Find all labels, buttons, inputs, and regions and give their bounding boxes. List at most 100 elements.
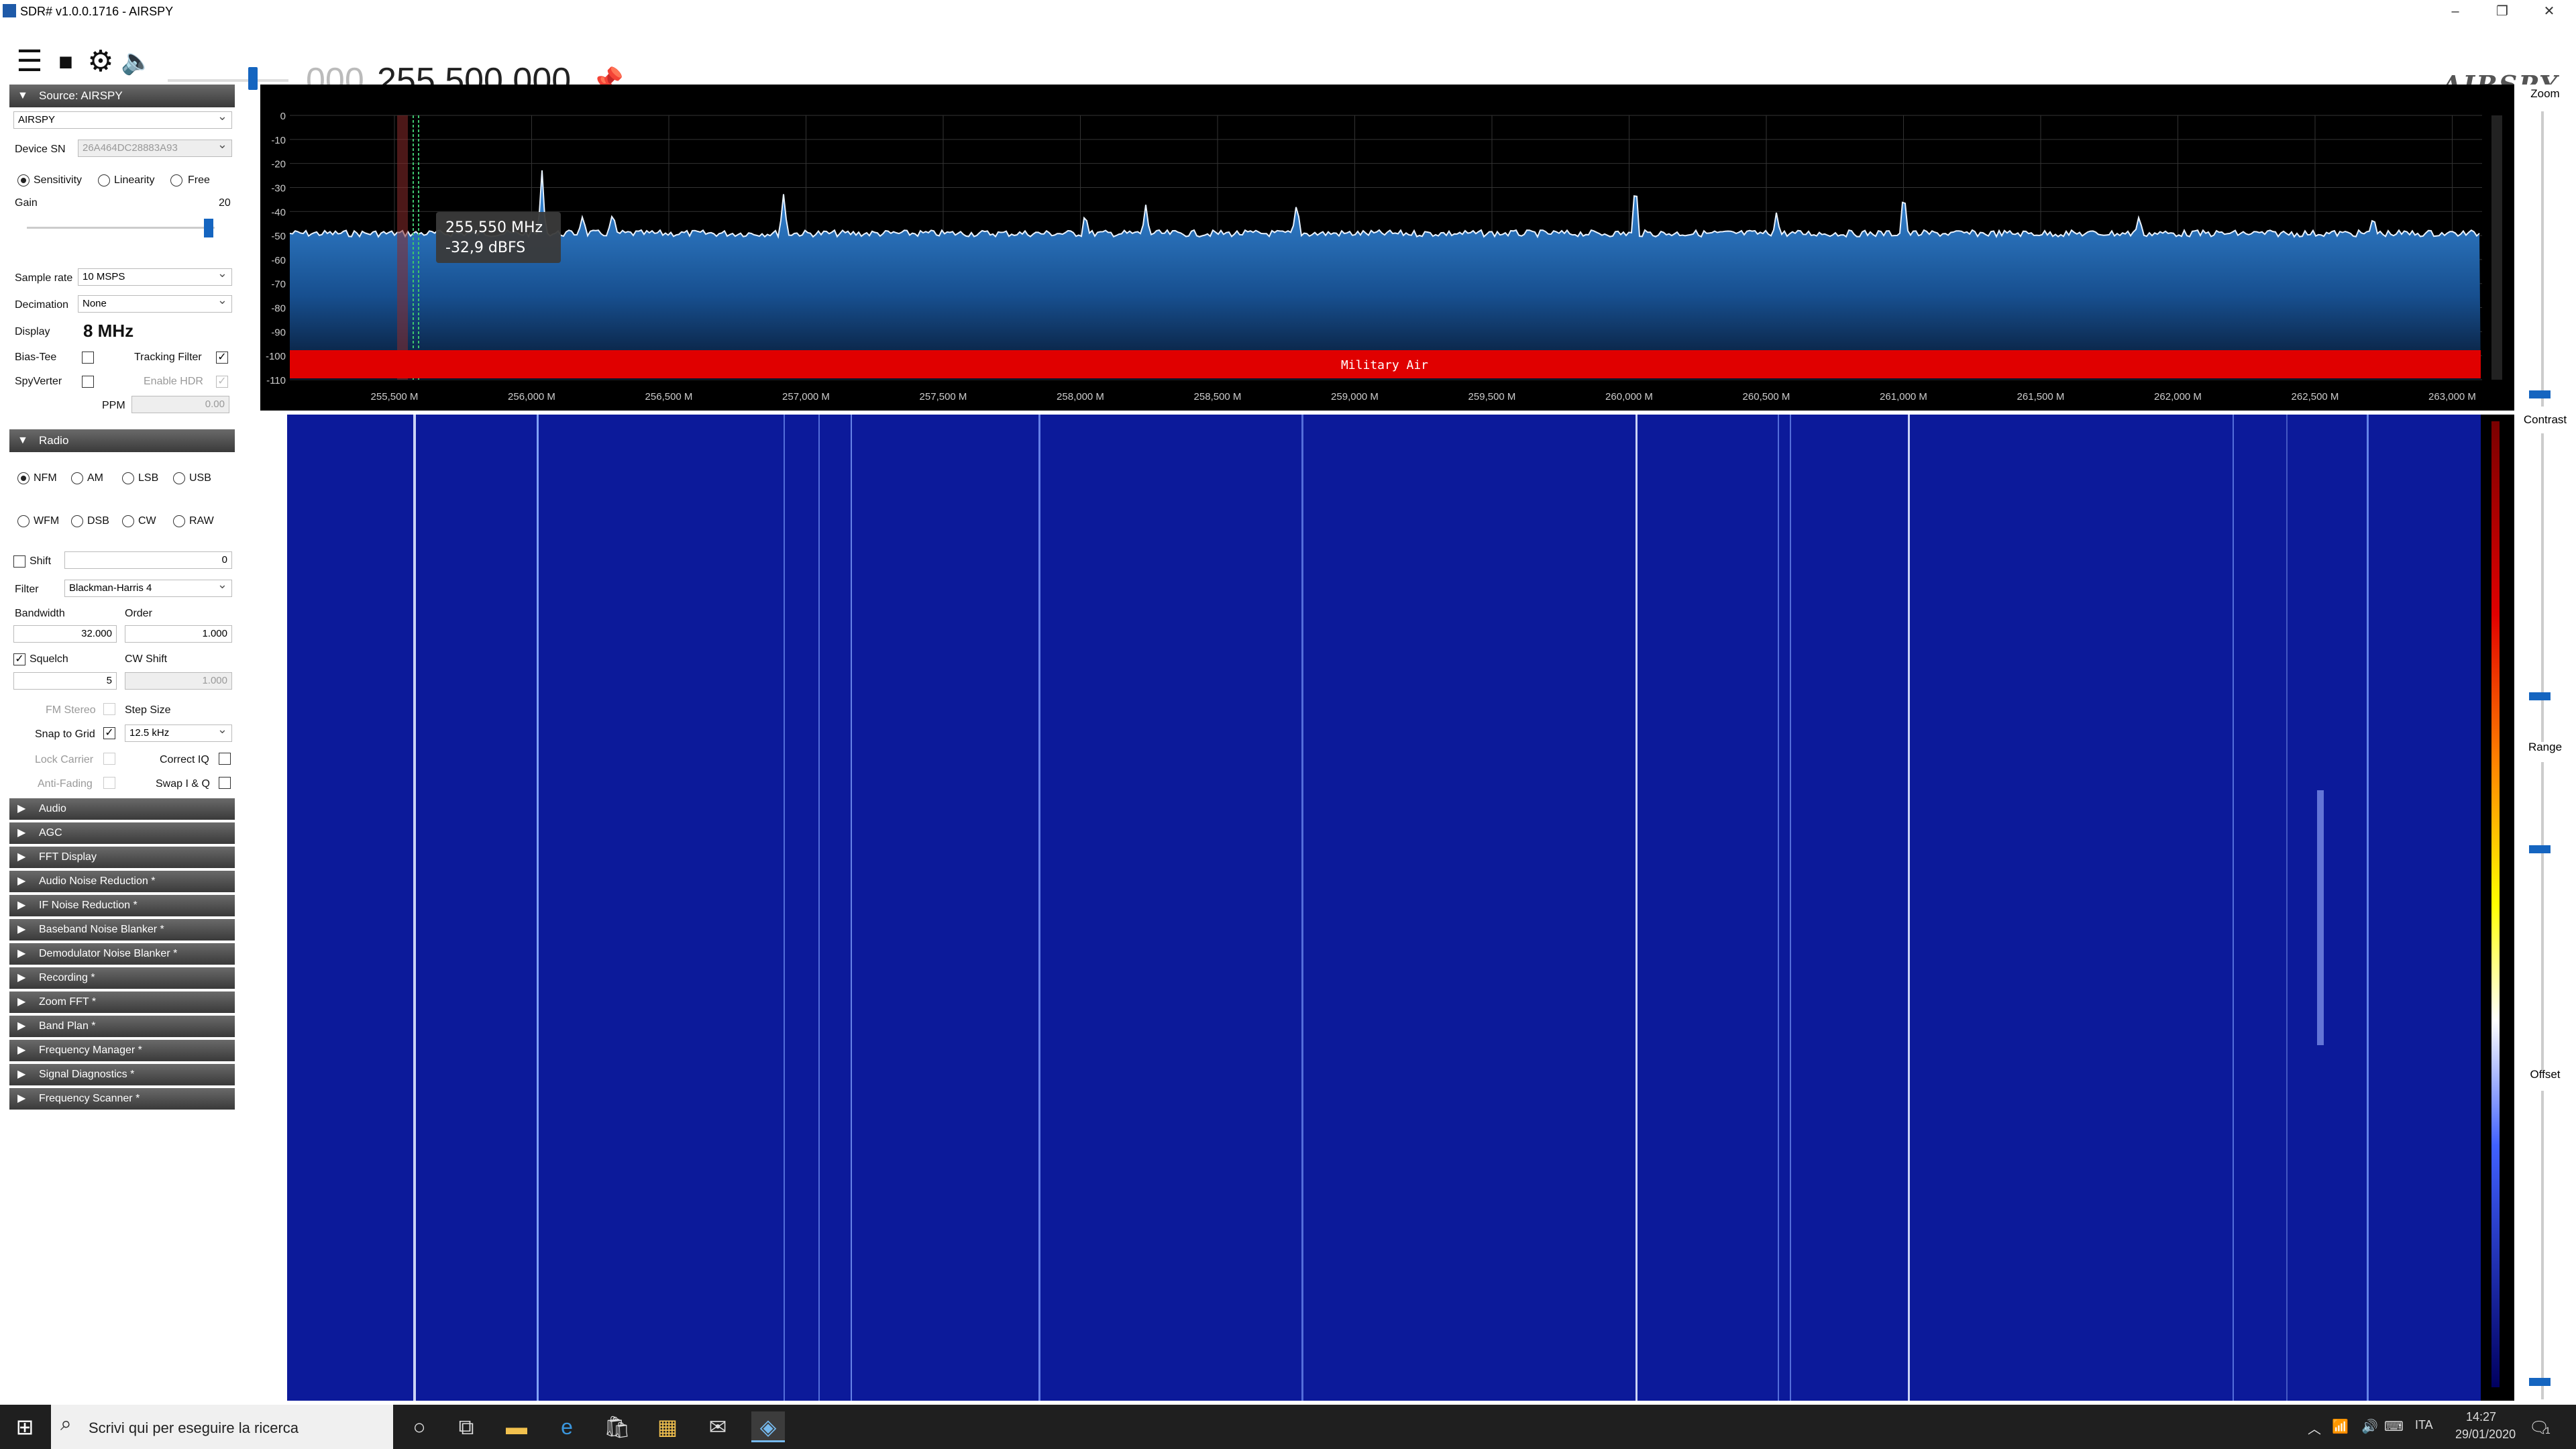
- radio-lsb[interactable]: [122, 472, 134, 484]
- plugin-header[interactable]: ▶ Frequency Scanner *: [9, 1088, 235, 1110]
- x-tick-label: 257,500 M: [920, 391, 967, 402]
- source-header[interactable]: ▼ Source: AIRSPY: [9, 85, 235, 107]
- mail-icon[interactable]: ✉: [701, 1411, 735, 1442]
- radio-cw[interactable]: [122, 515, 134, 527]
- ppm-input[interactable]: 0.00: [131, 396, 229, 413]
- file-explorer-icon[interactable]: ▬: [500, 1411, 533, 1442]
- keyboard-icon[interactable]: ⌨: [2384, 1418, 2404, 1435]
- mode-lsb-label: LSB: [138, 472, 159, 484]
- offset-slider-thumb[interactable]: [2529, 1378, 2551, 1386]
- radio-wfm[interactable]: [17, 515, 30, 527]
- signal-trace: [851, 415, 852, 1401]
- range-slider-thumb[interactable]: [2529, 845, 2551, 853]
- stop-icon[interactable]: ■: [47, 43, 85, 80]
- swap-iq-checkbox[interactable]: [219, 777, 231, 789]
- step-size-select[interactable]: 12.5 kHz: [125, 721, 232, 742]
- windows-start-icon[interactable]: ⊞: [8, 1411, 42, 1442]
- device-sn-select[interactable]: 26A464DC28883A93: [78, 136, 232, 157]
- edge-icon[interactable]: e: [550, 1411, 584, 1442]
- enable-hdr-checkbox[interactable]: ✓: [216, 376, 228, 388]
- plugin-header[interactable]: ▶ Audio: [9, 798, 235, 820]
- radio-sensitivity[interactable]: [17, 174, 30, 186]
- minimize-button[interactable]: –: [2435, 1, 2475, 21]
- plugin-header[interactable]: ▶ FFT Display: [9, 847, 235, 868]
- bandwidth-input[interactable]: 32.000: [13, 625, 117, 643]
- fm-stereo-checkbox[interactable]: [103, 703, 115, 715]
- network-icon[interactable]: 📶: [2332, 1418, 2349, 1435]
- sample-rate-select[interactable]: 10 MSPS: [78, 265, 232, 286]
- menu-icon[interactable]: ☰: [11, 43, 48, 80]
- tracking-filter-checkbox[interactable]: ✓: [216, 352, 228, 364]
- volume-icon[interactable]: 🔊: [2361, 1418, 2378, 1435]
- zoom-slider-track[interactable]: [2541, 111, 2544, 407]
- tray-chevron-icon[interactable]: ︿: [2308, 1418, 2321, 1438]
- store-icon[interactable]: 🛍: [600, 1411, 634, 1442]
- plugin-header[interactable]: ▶ Signal Diagnostics *: [9, 1064, 235, 1085]
- radio-header[interactable]: ▼ Radio: [9, 429, 235, 452]
- cortana-icon[interactable]: ○: [402, 1411, 436, 1442]
- cw-shift-input[interactable]: 1.000: [125, 672, 232, 690]
- plugin-header[interactable]: ▶ Band Plan *: [9, 1016, 235, 1037]
- volume-slider-track[interactable]: [168, 79, 288, 82]
- shift-checkbox[interactable]: [13, 555, 25, 568]
- gain-slider-thumb[interactable]: [204, 219, 213, 237]
- bias-tee-checkbox[interactable]: [82, 352, 94, 364]
- spectrum-analyzer[interactable]: 0 -10 -20 -30 -40 -50 -60 -70 -80 -90 -100 -110 255,…: [260, 85, 2514, 411]
- plugin-header[interactable]: ▶ Frequency Manager *: [9, 1040, 235, 1061]
- radio-raw[interactable]: [173, 515, 185, 527]
- radio-header-label: Radio: [39, 434, 69, 447]
- plugin-header[interactable]: ▶ Baseband Noise Blanker *: [9, 919, 235, 941]
- gain-slider-track[interactable]: [27, 227, 215, 229]
- expand-icon: ▶: [17, 851, 26, 863]
- filter-select[interactable]: Blackman-Harris 4: [64, 576, 232, 597]
- expand-icon: ▶: [17, 948, 26, 959]
- tracking-filter-label: Tracking Filter: [134, 352, 202, 363]
- snap-to-grid-checkbox[interactable]: ✓: [103, 727, 115, 739]
- bandwidth-label: Bandwidth: [15, 608, 65, 619]
- plugin-header[interactable]: ▶ Demodulator Noise Blanker *: [9, 943, 235, 965]
- plugin-header[interactable]: ▶ Audio Noise Reduction *: [9, 871, 235, 892]
- spectrum-plot[interactable]: 0 -10 -20 -30 -40 -50 -60 -70 -80 -90 -100 -110 255,…: [260, 85, 2514, 411]
- radio-am[interactable]: [71, 472, 83, 484]
- lock-carrier-checkbox[interactable]: [103, 753, 115, 765]
- speaker-icon[interactable]: 🔈: [118, 43, 156, 80]
- decimation-select[interactable]: None: [78, 292, 232, 313]
- sticky-app-icon[interactable]: ▦: [651, 1411, 684, 1442]
- clock-date[interactable]: 29/01/2020: [2455, 1428, 2516, 1442]
- clock-time[interactable]: 14:27: [2466, 1410, 2496, 1424]
- expand-icon: ▶: [17, 803, 26, 814]
- radio-nfm[interactable]: [17, 472, 30, 484]
- plugin-header-label: Demodulator Noise Blanker *: [39, 948, 178, 959]
- contrast-slider-thumb[interactable]: [2529, 692, 2551, 700]
- plugin-header[interactable]: ▶ AGC: [9, 822, 235, 844]
- sample-rate-label: Sample rate: [15, 272, 73, 284]
- radio-free[interactable]: [170, 174, 182, 186]
- mode-wfm-label: WFM: [34, 515, 60, 527]
- volume-slider-thumb[interactable]: [248, 67, 258, 90]
- plugin-header[interactable]: ▶ Zoom FFT *: [9, 991, 235, 1013]
- radio-linearity[interactable]: [98, 174, 110, 186]
- waterfall-display[interactable]: [260, 415, 2514, 1401]
- spyverter-checkbox[interactable]: [82, 376, 94, 388]
- sdrsharp-taskbar-icon[interactable]: ◈: [751, 1411, 785, 1442]
- maximize-button[interactable]: ❐: [2482, 1, 2522, 21]
- anti-fading-checkbox[interactable]: [103, 777, 115, 789]
- zoom-slider-thumb[interactable]: [2529, 390, 2551, 398]
- gear-icon[interactable]: ⚙: [82, 43, 119, 80]
- plugin-header[interactable]: ▶ Recording *: [9, 967, 235, 989]
- waterfall-plot[interactable]: [260, 415, 2514, 1401]
- order-input[interactable]: 1.000: [125, 625, 232, 643]
- shift-input[interactable]: 0: [64, 551, 232, 569]
- offset-slider-track[interactable]: [2541, 1091, 2544, 1399]
- task-view-icon[interactable]: ⧉: [449, 1411, 483, 1442]
- squelch-input[interactable]: 5: [13, 672, 117, 690]
- correct-iq-checkbox[interactable]: [219, 753, 231, 765]
- squelch-checkbox[interactable]: ✓: [13, 653, 25, 665]
- close-button[interactable]: ✕: [2529, 1, 2569, 21]
- range-slider-track[interactable]: [2541, 762, 2544, 1071]
- radio-usb[interactable]: [173, 472, 185, 484]
- language-indicator[interactable]: ITA: [2415, 1418, 2433, 1432]
- device-select[interactable]: AIRSPY: [13, 108, 232, 129]
- radio-dsb[interactable]: [71, 515, 83, 527]
- plugin-header[interactable]: ▶ IF Noise Reduction *: [9, 895, 235, 916]
